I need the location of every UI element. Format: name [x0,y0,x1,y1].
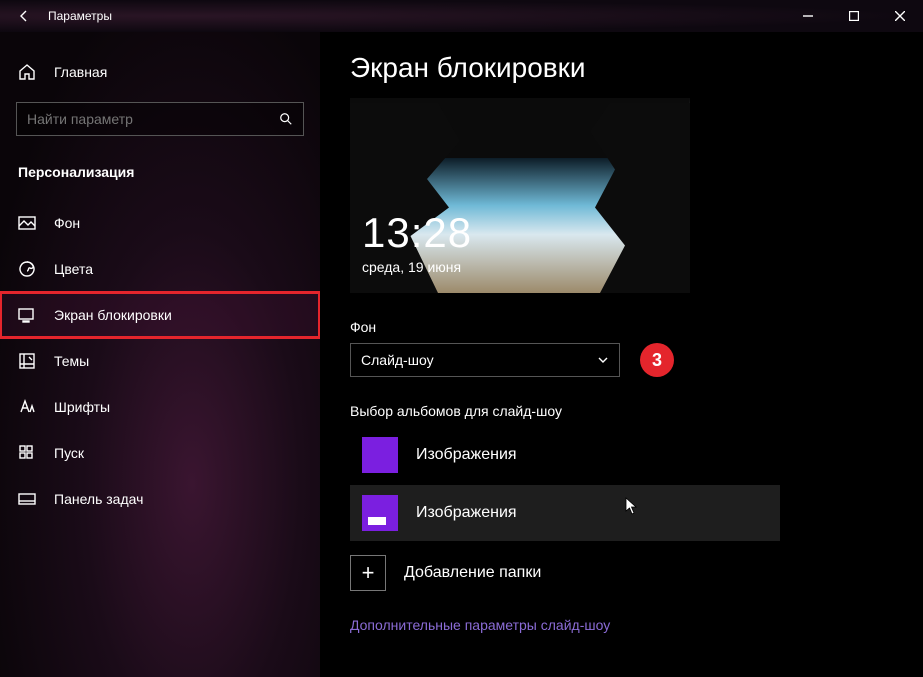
search-box[interactable] [16,102,304,136]
add-folder-label: Добавление папки [404,564,541,582]
album-label: Изображения [416,446,517,464]
minimize-icon [803,11,813,21]
lock-screen-preview: 13:28 среда, 19 июня [350,98,690,293]
sidebar-item-colors[interactable]: Цвета [0,246,320,292]
sidebar: Главная Персонализация Фон Цвета Экран б… [0,32,320,677]
lock-screen-icon [18,306,36,324]
folder-thumb-icon [362,437,398,473]
home-icon [18,63,36,81]
maximize-icon [849,11,859,21]
sidebar-item-themes[interactable]: Темы [0,338,320,384]
content: Экран блокировки 13:28 среда, 19 июня Фо… [320,32,923,677]
more-options-link[interactable]: Дополнительные параметры слайд-шоу [350,617,893,633]
plus-icon: + [350,555,386,591]
sidebar-item-taskbar[interactable]: Панель задач [0,476,320,522]
preview-clock: 13:28 среда, 19 июня [362,209,472,275]
close-icon [895,11,905,21]
album-label: Изображения [416,504,517,522]
sidebar-item-label: Фон [54,215,80,231]
sidebar-item-label: Цвета [54,261,93,277]
background-select[interactable]: Слайд-шоу [350,343,620,377]
background-label: Фон [350,319,893,335]
albums-label: Выбор альбомов для слайд-шоу [350,403,893,419]
sidebar-item-label: Шрифты [54,399,110,415]
picture-icon [18,214,36,232]
sidebar-item-fonts[interactable]: Шрифты [0,384,320,430]
sidebar-item-start[interactable]: Пуск [0,430,320,476]
titlebar: Параметры [0,0,923,32]
home-link[interactable]: Главная [0,52,320,92]
palette-icon [18,260,36,278]
album-item[interactable]: Изображения [350,427,780,483]
cursor-icon [625,497,639,515]
folder-thumb-icon [362,495,398,531]
add-folder-button[interactable]: + Добавление папки [350,555,893,591]
fonts-icon [18,398,36,416]
maximize-button[interactable] [831,0,877,32]
background-row: Слайд-шоу 3 [350,343,893,377]
preview-date: среда, 19 июня [362,259,472,275]
nav-list: Фон Цвета Экран блокировки Темы Шрифты П… [0,200,320,522]
minimize-button[interactable] [785,0,831,32]
chevron-down-icon [597,354,609,366]
themes-icon [18,352,36,370]
home-label: Главная [54,64,107,80]
search-input[interactable] [27,111,279,127]
preview-time: 13:28 [362,209,472,257]
annotation-badge: 3 [640,343,674,377]
preview-decoration [590,103,690,293]
sidebar-item-background[interactable]: Фон [0,200,320,246]
sidebar-item-label: Пуск [54,445,84,461]
section-label: Персонализация [0,146,320,190]
window-title: Параметры [48,9,785,23]
window-controls [785,0,923,32]
select-value: Слайд-шоу [361,352,434,368]
back-button[interactable] [0,0,48,32]
album-item[interactable]: Изображения [350,485,780,541]
sidebar-item-lock-screen[interactable]: Экран блокировки [0,292,320,338]
sidebar-item-label: Темы [54,353,89,369]
close-button[interactable] [877,0,923,32]
sidebar-item-label: Панель задач [54,491,143,507]
taskbar-icon [18,490,36,508]
start-icon [18,444,36,462]
search-icon [279,112,293,126]
page-title: Экран блокировки [350,52,893,84]
body: Главная Персонализация Фон Цвета Экран б… [0,32,923,677]
arrow-left-icon [16,8,32,24]
sidebar-item-label: Экран блокировки [54,307,172,323]
